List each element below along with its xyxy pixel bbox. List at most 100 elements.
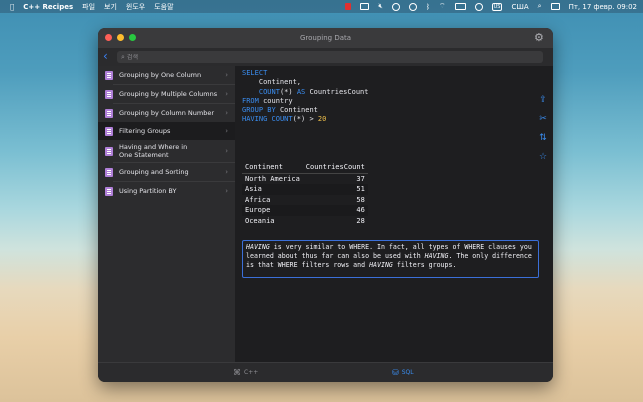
sidebar-item-grouping-and-sorting[interactable]: Grouping and Sorting › bbox=[98, 163, 235, 181]
result-table: Continent CountriesCount North America 3… bbox=[242, 162, 368, 226]
tab-label: SQL bbox=[401, 369, 414, 376]
mute-icon[interactable]: 🔇︎ bbox=[378, 2, 382, 11]
table-cell: 58 bbox=[356, 195, 365, 204]
book-icon bbox=[105, 186, 113, 196]
share-icon[interactable]: ⇪ bbox=[538, 96, 548, 105]
table-cell: Asia bbox=[242, 184, 303, 195]
sidebar-item-label: Filtering Groups bbox=[119, 127, 171, 135]
sidebar-item-label: Grouping by Column Number bbox=[119, 109, 215, 117]
database-icon: ⛁ bbox=[392, 368, 399, 377]
table-cell: Europe bbox=[242, 205, 303, 216]
chevron-right-icon: › bbox=[225, 127, 228, 135]
table-header-row: Continent CountriesCount bbox=[242, 162, 368, 174]
search-icon: ⌕ bbox=[121, 52, 125, 61]
table-cell: 51 bbox=[302, 184, 368, 195]
sql-function: COUNT bbox=[271, 115, 293, 124]
sidebar-item-grouping-column-number[interactable]: Grouping by Column Number › bbox=[98, 104, 235, 122]
table-cell: Africa bbox=[245, 195, 271, 204]
record-icon[interactable] bbox=[345, 3, 352, 10]
sql-code-block[interactable]: SELECT Continent, COUNT(*) AS CountriesC… bbox=[242, 69, 368, 125]
sql-alias: CountriesCount bbox=[309, 87, 369, 96]
sidebar-item-grouping-multiple-columns[interactable]: Grouping by Multiple Columns › bbox=[98, 85, 235, 103]
vpn-icon[interactable] bbox=[391, 2, 400, 11]
control-center-icon[interactable] bbox=[550, 3, 560, 10]
sql-keyword: AS bbox=[296, 87, 306, 96]
note-keyword: HAVING bbox=[369, 261, 393, 270]
menu-bar:  C++ Recipes 파일 보기 윈도우 도움말 🔇︎ ᛒ ⌔ US СШ… bbox=[0, 0, 643, 13]
keyboard-layout-icon[interactable]: US bbox=[491, 2, 503, 11]
book-icon bbox=[105, 146, 113, 156]
table-cell: North America bbox=[245, 174, 300, 183]
sql-keyword: HAVING bbox=[242, 115, 268, 124]
tab-cpp[interactable]: ⌘ C++ bbox=[233, 368, 258, 377]
spotlight-icon[interactable]: ⌕ bbox=[538, 2, 542, 11]
sidebar-item-label: Grouping by Multiple Columns bbox=[119, 90, 218, 98]
battery-icon[interactable] bbox=[454, 3, 466, 10]
minimize-window-button[interactable] bbox=[117, 34, 124, 41]
explanation-note: HAVING is very similar to WHERE. In fact… bbox=[242, 240, 539, 278]
chevron-right-icon: › bbox=[225, 90, 228, 98]
apple-icon[interactable]:  bbox=[10, 3, 14, 11]
gear-icon[interactable]: ⚙ bbox=[534, 32, 545, 43]
sort-icon[interactable]: ⇅ bbox=[538, 134, 548, 143]
sidebar-item-label: Using Partition BY bbox=[119, 187, 177, 195]
chevron-right-icon: › bbox=[225, 187, 228, 195]
table-cell: 37 bbox=[356, 174, 365, 183]
tab-sql[interactable]: ⛁ SQL bbox=[392, 368, 414, 377]
title-bar: Grouping Data ⚙ bbox=[98, 28, 553, 48]
sql-arg: (*) bbox=[279, 87, 293, 96]
search-box[interactable]: ⌕ bbox=[117, 51, 543, 63]
book-icon bbox=[105, 167, 113, 177]
sidebar-item-filtering-groups[interactable]: Filtering Groups › bbox=[98, 122, 235, 140]
chevron-right-icon: › bbox=[225, 147, 228, 155]
sidebar-item-having-and-where[interactable]: Having and Where in One Statement › bbox=[98, 140, 235, 162]
sidebar: Grouping by One Column › Grouping by Mul… bbox=[98, 66, 235, 362]
table-cell: 46 bbox=[302, 205, 368, 216]
menu-view[interactable]: 보기 bbox=[104, 2, 117, 12]
user-icon[interactable] bbox=[474, 2, 483, 11]
sql-keyword: GROUP BY bbox=[242, 106, 276, 115]
sidebar-item-using-partition-by[interactable]: Using Partition BY › bbox=[98, 182, 235, 200]
search-input[interactable] bbox=[126, 53, 527, 61]
menu-help[interactable]: 도움말 bbox=[154, 2, 173, 12]
datetime[interactable]: Пт, 17 февр. 09:02 bbox=[569, 3, 637, 11]
zoom-window-button[interactable] bbox=[129, 34, 136, 41]
sql-operator: > bbox=[309, 115, 314, 124]
book-icon bbox=[105, 89, 113, 99]
sql-keyword: SELECT bbox=[242, 69, 268, 77]
tab-bar: ⌘ C++ ⛁ SQL bbox=[98, 362, 553, 382]
chevron-right-icon: › bbox=[225, 71, 228, 79]
scissors-icon[interactable]: ✂ bbox=[538, 115, 548, 124]
column-header: CountriesCount bbox=[302, 162, 368, 174]
sidebar-item-label: Having and Where in One Statement bbox=[119, 143, 188, 159]
sidebar-item-label: Grouping and Sorting bbox=[119, 168, 189, 176]
table-row: Oceania 28 bbox=[242, 216, 368, 227]
speed-icon[interactable] bbox=[408, 2, 417, 11]
action-icons: ⇪ ✂ ⇅ ☆ bbox=[538, 96, 548, 172]
wifi-icon[interactable]: ⌔ bbox=[439, 2, 446, 11]
table-cell: Oceania bbox=[245, 216, 275, 225]
bluetooth-icon[interactable]: ᛒ bbox=[426, 3, 430, 11]
star-icon[interactable]: ☆ bbox=[538, 153, 548, 162]
sql-table: country bbox=[263, 96, 293, 105]
toolbar: ‹ ⌕ bbox=[98, 48, 553, 66]
app-window: Grouping Data ⚙ ‹ ⌕ Grouping by One Colu… bbox=[98, 28, 553, 382]
chevron-right-icon: › bbox=[225, 168, 228, 176]
chevron-right-icon: › bbox=[225, 109, 228, 117]
column-header: Continent bbox=[242, 162, 303, 174]
menu-window[interactable]: 윈도우 bbox=[126, 2, 145, 12]
message-icon[interactable] bbox=[360, 3, 370, 10]
table-row: Asia 51 bbox=[242, 184, 368, 195]
table-cell: 28 bbox=[356, 216, 365, 225]
close-window-button[interactable] bbox=[105, 34, 112, 41]
menu-file[interactable]: 파일 bbox=[82, 2, 95, 12]
sidebar-item-grouping-one-column[interactable]: Grouping by One Column › bbox=[98, 66, 235, 84]
menu-app-name[interactable]: C++ Recipes bbox=[23, 3, 73, 11]
note-text: filters groups. bbox=[392, 261, 457, 270]
content-pane: SELECT Continent, COUNT(*) AS CountriesC… bbox=[235, 66, 553, 362]
book-icon bbox=[105, 70, 113, 80]
back-chevron-icon[interactable]: ‹ bbox=[103, 50, 108, 62]
input-source[interactable]: США bbox=[511, 3, 528, 11]
note-keyword: HAVING bbox=[424, 252, 449, 261]
table-row: Europe 46 bbox=[242, 205, 368, 216]
